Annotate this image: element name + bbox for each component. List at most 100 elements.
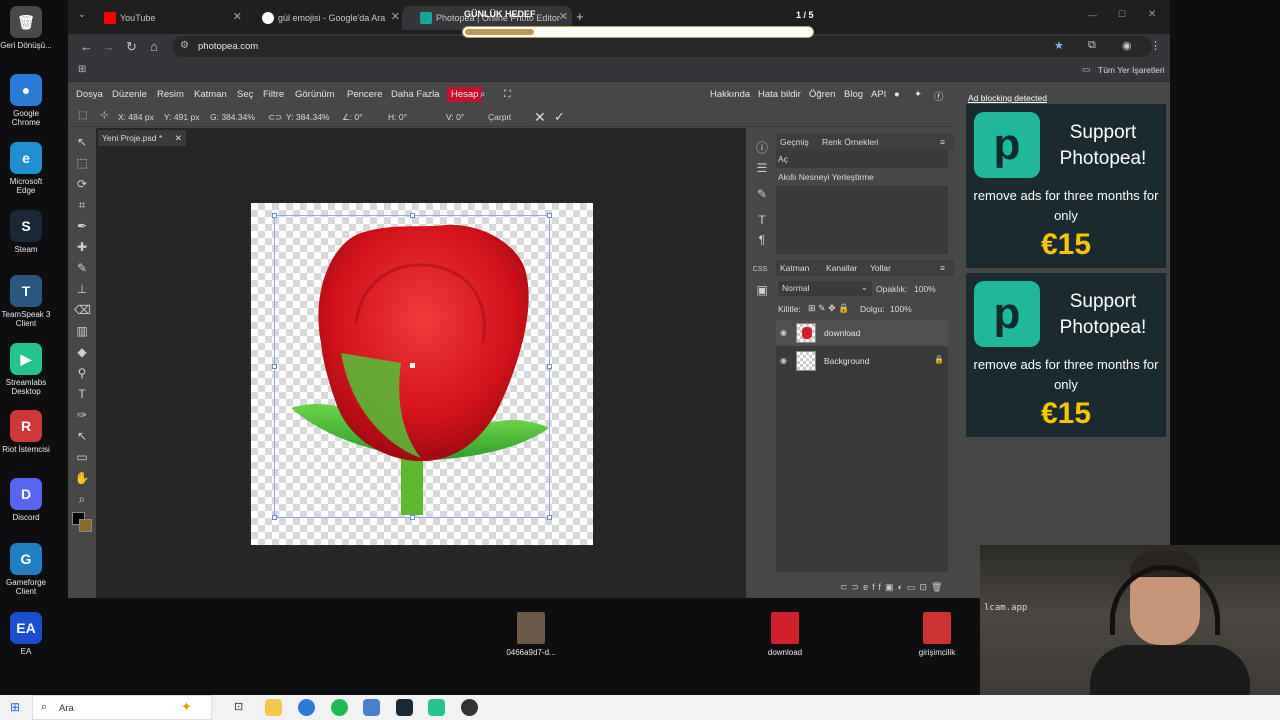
- close-icon[interactable]: ✕: [559, 10, 568, 23]
- facebook-icon[interactable]: ⓕ: [934, 89, 944, 103]
- lock-icons[interactable]: ⊞ ✎ ✥ 🔒: [808, 303, 849, 314]
- transform-handle[interactable]: [547, 364, 552, 369]
- skew-v-field[interactable]: V: 0°: [446, 112, 464, 122]
- brush-icon[interactable]: ✎: [754, 186, 770, 202]
- dodge-tool-icon[interactable]: ⚲: [74, 365, 90, 381]
- warp-button[interactable]: Çarpıt: [488, 112, 511, 122]
- desktop-icon[interactable]: 🗑 Geri Dönüşü...: [0, 6, 52, 50]
- adjustment-layer-icon[interactable]: ◐: [897, 582, 906, 592]
- menu-link[interactable]: Blog: [844, 89, 863, 100]
- steam-icon[interactable]: [396, 699, 413, 716]
- confirm-icon[interactable]: ✓: [554, 109, 565, 125]
- menu-link[interactable]: Hakkında: [710, 89, 750, 100]
- fill-value[interactable]: 100%: [890, 304, 912, 314]
- close-window-icon[interactable]: ✕: [1148, 9, 1156, 20]
- ad-banner[interactable]: p Support Photopea! remove ads for three…: [966, 273, 1166, 437]
- transform-handle[interactable]: [547, 515, 552, 520]
- tab-swatches[interactable]: Renk Örnekleri: [822, 137, 879, 147]
- extensions-icon[interactable]: ⧉: [1088, 39, 1096, 52]
- desktop-icon[interactable]: R Riot İstemcisi: [0, 410, 52, 454]
- desktop-icon[interactable]: D Discord: [0, 478, 52, 522]
- image-icon[interactable]: ▣: [754, 282, 770, 298]
- menu-link[interactable]: Öğren: [809, 89, 835, 100]
- transform-handle[interactable]: [272, 515, 277, 520]
- opacity-value[interactable]: 100%: [914, 284, 936, 294]
- path-select-tool-icon[interactable]: ↖: [74, 428, 90, 444]
- reddit-icon[interactable]: ●: [894, 89, 900, 100]
- hand-tool-icon[interactable]: ✋: [74, 470, 90, 486]
- menu-item[interactable]: Filtre: [263, 89, 284, 100]
- link-layers-icon[interactable]: ⊂⊃: [840, 582, 863, 592]
- all-bookmarks[interactable]: Tüm Yer İşaretleri: [1098, 65, 1165, 75]
- eyedropper-tool-icon[interactable]: ✒: [74, 218, 90, 234]
- desktop-icon[interactable]: ▶ Streamlabs Desktop: [0, 343, 52, 396]
- apps-grid-icon[interactable]: ⊞: [78, 64, 86, 75]
- blend-mode-select[interactable]: Normal ⌄: [778, 281, 872, 296]
- healing-tool-icon[interactable]: ✚: [74, 239, 90, 255]
- eraser-tool-icon[interactable]: ⌫: [74, 302, 91, 318]
- home-icon[interactable]: ⌂: [150, 39, 158, 54]
- panel-menu-icon[interactable]: ≡: [940, 263, 945, 273]
- angle-field[interactable]: ∠: 0°: [342, 112, 362, 123]
- ad-blocking-notice[interactable]: Ad blocking detected: [968, 93, 1047, 103]
- desktop-icon[interactable]: ● Google Chrome: [0, 74, 52, 127]
- menu-item[interactable]: Hesap: [447, 87, 483, 102]
- taskbar-search[interactable]: ⌕ Ara ✦: [32, 695, 212, 720]
- fullscreen-icon[interactable]: ⛶: [504, 89, 511, 100]
- menu-item[interactable]: Daha Fazla: [391, 89, 440, 100]
- background-color[interactable]: [79, 519, 92, 532]
- link-icon[interactable]: ⊂⊃: [268, 112, 282, 123]
- canvas[interactable]: [251, 203, 593, 545]
- file-explorer-icon[interactable]: [265, 699, 282, 716]
- tab-channels[interactable]: Kanallar: [826, 263, 857, 273]
- cancel-icon[interactable]: ✕: [534, 109, 546, 126]
- streamlabs-icon[interactable]: [428, 699, 445, 716]
- transform-handle[interactable]: [272, 364, 277, 369]
- transform-center[interactable]: [410, 363, 415, 368]
- transform-handle[interactable]: [272, 213, 277, 218]
- document-tab[interactable]: Yeni Proje.psd * ✕: [98, 130, 186, 146]
- menu-item[interactable]: Pencere: [347, 89, 382, 100]
- desktop-icon[interactable]: e Microsoft Edge: [0, 142, 52, 195]
- mask-icon[interactable]: ▣: [885, 582, 898, 592]
- marquee-tool-icon[interactable]: ⬚: [74, 155, 90, 171]
- new-layer-icon[interactable]: ⊡: [919, 582, 931, 592]
- forward-icon[interactable]: →: [102, 39, 115, 54]
- crop-tool-icon[interactable]: ⌗: [74, 197, 90, 213]
- desktop-file[interactable]: download: [750, 612, 820, 657]
- x-field[interactable]: X: 484 px: [118, 112, 154, 122]
- close-icon[interactable]: ✕: [391, 10, 400, 23]
- bookmark-star-icon[interactable]: ★: [1054, 39, 1064, 52]
- windows-start-icon[interactable]: ⊞: [10, 700, 20, 714]
- minimize-icon[interactable]: —: [1088, 10, 1097, 20]
- tab-youtube[interactable]: YouTube ✕: [86, 6, 246, 30]
- address-bar[interactable]: ⚙ photopea.com ★: [172, 36, 1152, 57]
- close-icon[interactable]: ✕: [175, 133, 182, 144]
- ad-banner[interactable]: p Support Photopea! remove ads for three…: [966, 104, 1166, 268]
- color-swatches[interactable]: [72, 512, 92, 532]
- skew-h-field[interactable]: H: 0°: [388, 112, 407, 122]
- search-icon[interactable]: ⌕: [480, 89, 485, 100]
- width-field[interactable]: G: 384.34%: [210, 112, 255, 122]
- fx-icon[interactable]: eff: [863, 582, 885, 592]
- task-view-icon[interactable]: ⊡: [234, 700, 243, 713]
- desktop-file[interactable]: 0466a9d7-d...: [496, 612, 566, 657]
- twitter-icon[interactable]: ✦: [914, 89, 922, 100]
- desktop-icon[interactable]: S Steam: [0, 210, 52, 254]
- reload-icon[interactable]: ↻: [126, 39, 137, 55]
- zoom-tool-icon[interactable]: ⌕: [74, 491, 90, 507]
- menu-link[interactable]: API: [871, 89, 886, 100]
- transform-handle[interactable]: [410, 213, 415, 218]
- close-icon[interactable]: ✕: [233, 10, 242, 23]
- move-tool-icon[interactable]: ⬚: [78, 110, 87, 121]
- type-tool-icon[interactable]: T: [74, 386, 90, 402]
- y-field[interactable]: Y: 491 px: [164, 112, 199, 122]
- menu-item[interactable]: Görünüm: [295, 89, 335, 100]
- history-item[interactable]: Aç: [776, 150, 948, 168]
- trash-icon[interactable]: 🗑: [931, 582, 946, 592]
- maximize-icon[interactable]: ☐: [1118, 9, 1126, 20]
- css-icon[interactable]: CSS: [752, 262, 768, 278]
- pen-tool-icon[interactable]: ✑: [74, 407, 90, 423]
- desktop-icon[interactable]: G Gameforge Client: [0, 543, 52, 596]
- brush-tool-icon[interactable]: ✎: [74, 260, 90, 276]
